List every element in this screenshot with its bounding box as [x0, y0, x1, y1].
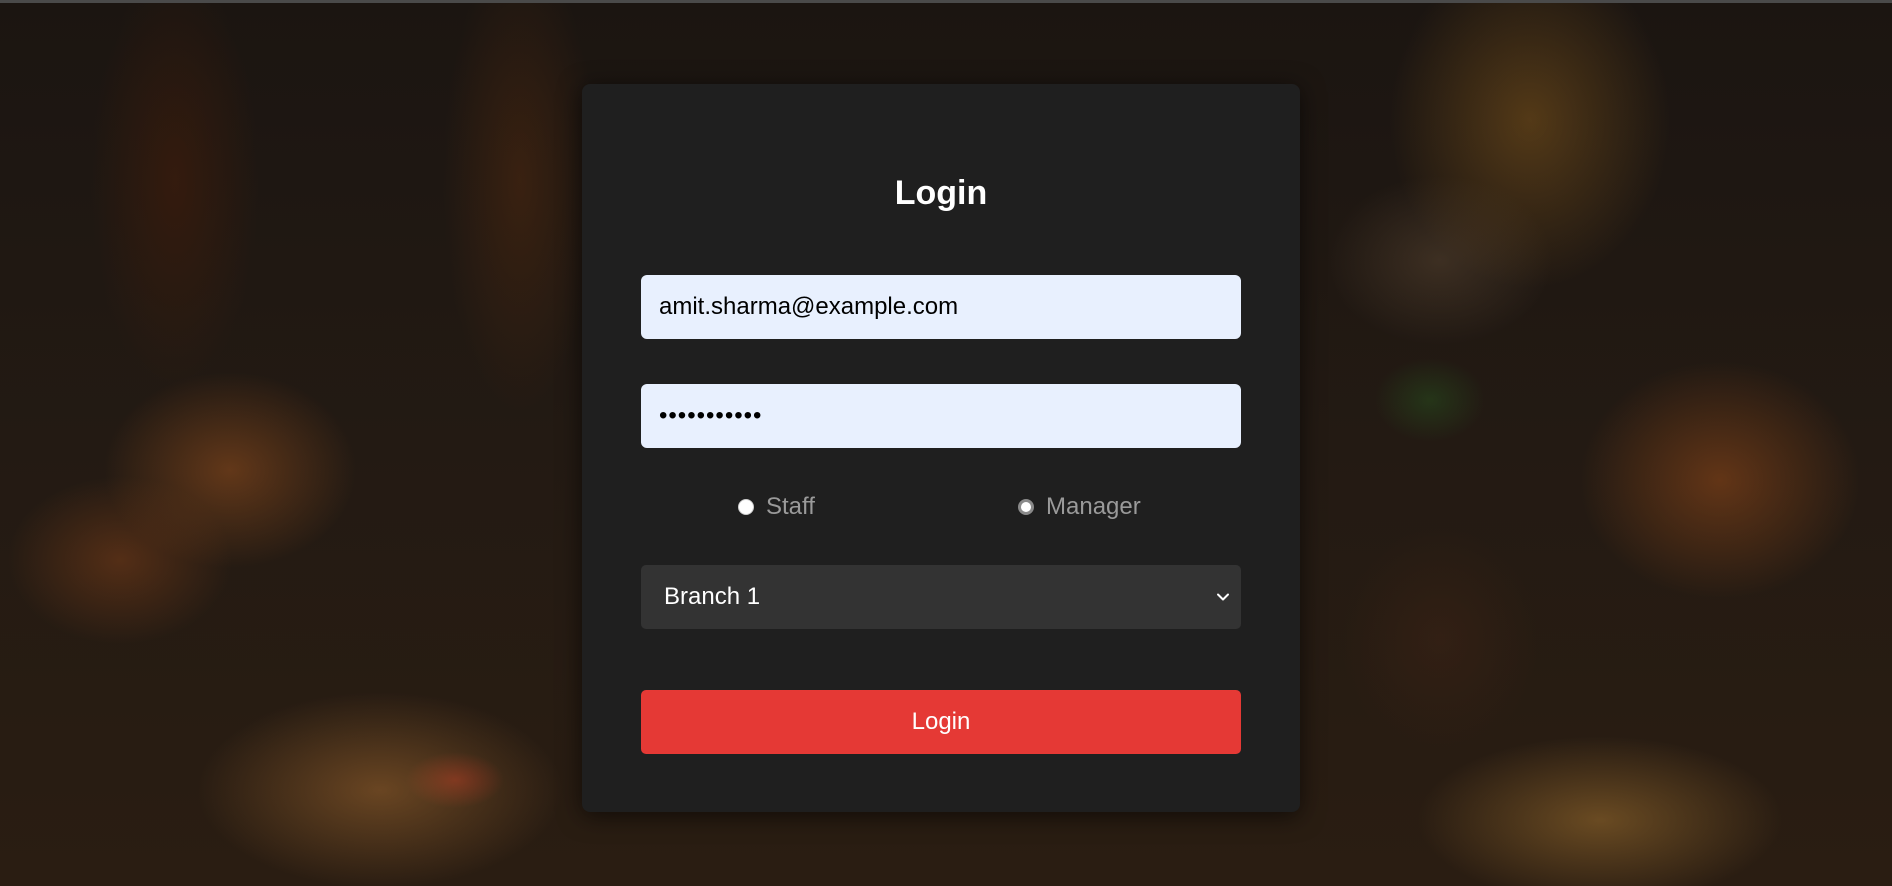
- role-option-staff[interactable]: Staff: [738, 490, 815, 524]
- manager-label: Manager: [1046, 493, 1141, 520]
- branch-select[interactable]: Branch 1: [641, 565, 1241, 629]
- branch-select-value: Branch 1: [664, 583, 761, 610]
- staff-radio[interactable]: [738, 499, 754, 515]
- login-title: Login: [894, 174, 988, 212]
- role-option-manager[interactable]: Manager: [1018, 490, 1141, 524]
- staff-label: Staff: [766, 493, 815, 520]
- top-border: [0, 0, 1892, 3]
- password-field[interactable]: [641, 384, 1241, 448]
- chevron-down-icon: [1217, 593, 1229, 601]
- manager-radio[interactable]: [1018, 499, 1034, 515]
- email-field[interactable]: [641, 275, 1241, 339]
- login-button[interactable]: Login: [641, 690, 1241, 754]
- login-card: Login Staff Manager Branch 1 Login: [582, 84, 1300, 812]
